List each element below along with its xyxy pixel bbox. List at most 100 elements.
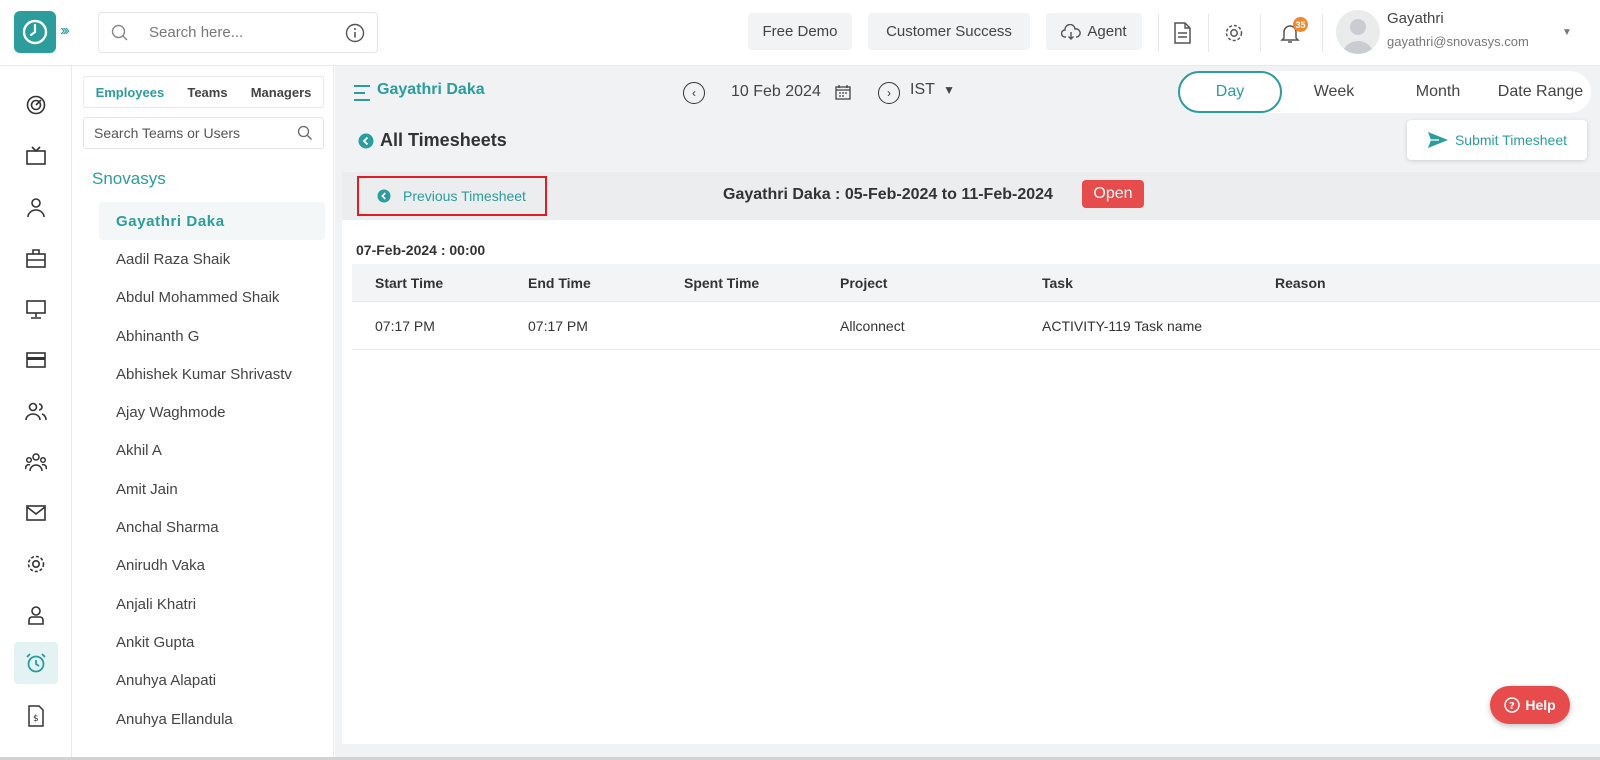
- credit-card-icon[interactable]: [23, 347, 49, 373]
- hamburger-menu-icon[interactable]: [353, 83, 371, 108]
- users-icon[interactable]: [23, 398, 49, 424]
- send-icon: [1427, 132, 1448, 148]
- list-item[interactable]: Anuhya Alapati: [99, 662, 325, 700]
- period-selector: Day Week Month Date Range: [1178, 71, 1591, 113]
- timesheet-card: Previous Timesheet Gayathri Daka : 05-Fe…: [342, 172, 1600, 744]
- svg-text:?: ?: [1509, 701, 1515, 712]
- global-search[interactable]: Search here...: [98, 12, 378, 53]
- column-header: Reason: [1275, 274, 1326, 291]
- column-header: End Time: [528, 274, 591, 291]
- user-name: Gayathri: [1387, 10, 1444, 27]
- all-timesheets-label: All Timesheets: [380, 130, 507, 150]
- document-icon[interactable]: [1170, 21, 1194, 45]
- list-item[interactable]: Abdul Mohammed Shaik: [99, 279, 325, 317]
- svg-text:$: $: [33, 714, 39, 724]
- gear-icon[interactable]: [23, 551, 49, 577]
- selected-employee-name: Gayathri Daka: [377, 81, 485, 98]
- list-item[interactable]: Akhil A: [99, 432, 325, 470]
- tab-teams[interactable]: Teams: [187, 85, 227, 100]
- list-item[interactable]: Ajay Waghmode: [99, 393, 325, 431]
- left-nav: $: [0, 66, 72, 760]
- cell-start-time: 07:17 PM: [375, 317, 435, 334]
- search-icon: [297, 125, 312, 140]
- timezone-value: IST: [910, 81, 935, 98]
- timesheet-table: Start Time End Time Spent Time Project T…: [352, 264, 1600, 350]
- top-bar: ››› Search here... Free Demo Customer Su…: [0, 0, 1600, 66]
- column-header: Spent Time: [684, 274, 760, 291]
- all-timesheets-link[interactable]: All Timesheets: [358, 130, 507, 151]
- app-logo[interactable]: [14, 11, 56, 53]
- list-item[interactable]: Anirudh Vaka: [99, 547, 325, 585]
- timesheet-header: Previous Timesheet Gayathri Daka : 05-Fe…: [342, 172, 1600, 220]
- back-arrow-icon: [358, 133, 374, 148]
- timezone-select[interactable]: IST ▼: [910, 81, 955, 99]
- calendar-icon: [835, 85, 851, 100]
- briefcase-icon[interactable]: [23, 245, 49, 271]
- column-header: Task: [1042, 274, 1073, 291]
- settings-icon[interactable]: [1222, 21, 1246, 45]
- divider: [1158, 14, 1159, 52]
- dashboard-icon[interactable]: [23, 92, 49, 118]
- help-button[interactable]: ? Help: [1490, 686, 1570, 724]
- search-icon: [111, 24, 128, 40]
- teams-users-search-input[interactable]: Search Teams or Users: [94, 125, 240, 141]
- alarm-clock-icon[interactable]: [14, 642, 58, 684]
- teams-users-search[interactable]: Search Teams or Users: [83, 117, 324, 149]
- table-row[interactable]: 07:17 PM 07:17 PM Allconnect ACTIVITY-11…: [352, 302, 1600, 350]
- date-picker[interactable]: 10 Feb 2024: [711, 72, 871, 112]
- day-header: 07-Feb-2024 : 00:00: [356, 242, 486, 258]
- tab-managers[interactable]: Managers: [251, 85, 312, 100]
- list-item[interactable]: Gayathri Daka: [99, 202, 325, 241]
- main-content: Gayathri Daka ‹ 10 Feb 2024 › IST ▼ Day …: [335, 66, 1600, 760]
- list-item[interactable]: Anjali Khatri: [99, 585, 325, 623]
- submit-timesheet-label: Submit Timesheet: [1454, 132, 1568, 148]
- list-item[interactable]: Anchal Sharma: [99, 508, 325, 546]
- tab-date-range[interactable]: Date Range: [1490, 71, 1591, 113]
- org-name: Snovasys: [92, 169, 166, 188]
- prev-date-button[interactable]: ‹: [683, 82, 705, 104]
- previous-timesheet-label: Previous Timesheet: [403, 188, 526, 204]
- free-demo-button[interactable]: Free Demo: [748, 13, 852, 50]
- status-badge: Open: [1082, 180, 1144, 208]
- column-header: Project: [840, 274, 888, 291]
- team-icon[interactable]: [23, 449, 49, 475]
- profile-icon[interactable]: [23, 602, 49, 628]
- submit-timesheet-button[interactable]: Submit Timesheet: [1407, 120, 1587, 160]
- question-icon: ?: [1504, 697, 1521, 713]
- divider: [1260, 14, 1261, 52]
- cell-end-time: 07:17 PM: [528, 317, 588, 334]
- mail-icon[interactable]: [23, 500, 49, 526]
- list-item[interactable]: Aadil Raza Shaik: [99, 240, 325, 278]
- cell-task: ACTIVITY-119 Task name: [1042, 317, 1203, 334]
- invoice-icon[interactable]: $: [23, 703, 49, 729]
- next-date-button[interactable]: ›: [878, 82, 900, 104]
- list-item[interactable]: Amit Jain: [99, 470, 325, 508]
- monitor-icon[interactable]: [23, 296, 49, 322]
- employees-panel: Employees Teams Managers Search Teams or…: [73, 66, 334, 760]
- user-email: gayathri@snovasys.com: [1387, 34, 1529, 49]
- clock-logo-icon: [22, 19, 48, 45]
- expand-menu-icon[interactable]: ›››: [60, 22, 70, 40]
- divider: [1208, 14, 1209, 52]
- list-item[interactable]: Ankit Gupta: [99, 623, 325, 661]
- agent-label: Agent: [1087, 23, 1127, 40]
- tv-icon[interactable]: [23, 143, 49, 169]
- table-header: Start Time End Time Spent Time Project T…: [352, 264, 1600, 302]
- list-item[interactable]: Abhinanth G: [99, 317, 325, 355]
- previous-timesheet-button[interactable]: Previous Timesheet: [357, 176, 547, 216]
- tab-month[interactable]: Month: [1386, 71, 1490, 113]
- list-item[interactable]: Anuhya Ellandula: [99, 700, 325, 738]
- tab-week[interactable]: Week: [1282, 71, 1386, 113]
- user-menu-caret-icon[interactable]: ▼: [1562, 27, 1572, 38]
- list-item[interactable]: Abhishek Kumar Shrivastv: [99, 355, 325, 393]
- chevron-down-icon: ▼: [943, 83, 955, 97]
- info-icon[interactable]: [345, 23, 365, 43]
- agent-button[interactable]: Agent: [1046, 13, 1142, 50]
- search-input[interactable]: Search here...: [149, 24, 345, 41]
- avatar[interactable]: [1336, 10, 1380, 54]
- customer-success-button[interactable]: Customer Success: [868, 13, 1030, 50]
- column-header: Start Time: [375, 274, 444, 291]
- tab-employees[interactable]: Employees: [96, 85, 165, 100]
- tab-day[interactable]: Day: [1178, 71, 1282, 113]
- user-icon[interactable]: [23, 194, 49, 220]
